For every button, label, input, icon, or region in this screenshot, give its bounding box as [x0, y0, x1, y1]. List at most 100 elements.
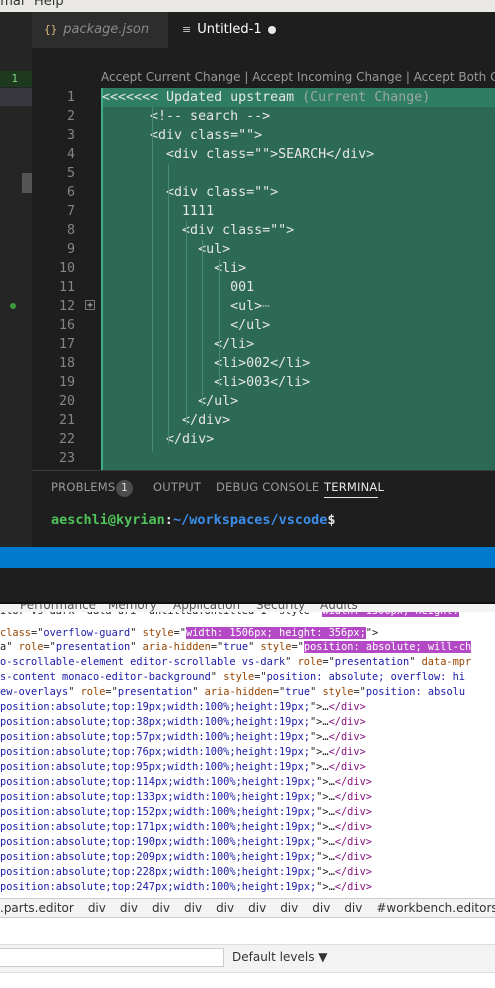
code-content: </li>	[102, 337, 255, 352]
dom-node-line[interactable]: s-content monaco-editor-background" styl…	[0, 670, 465, 685]
dom-node-line[interactable]: ew-overlays" role="presentation" aria-hi…	[0, 685, 465, 700]
breadcrumb-item[interactable]: div	[344, 901, 362, 915]
devtools-tab-security[interactable]: Security	[256, 604, 305, 612]
dom-node-line[interactable]: position:absolute;top:152px;width:100%;h…	[0, 805, 372, 820]
dom-token: </div>	[328, 716, 366, 728]
tab-output[interactable]: OUTPUT	[153, 480, 201, 494]
breadcrumb-item[interactable]: div	[184, 901, 202, 915]
code-line[interactable]: 17 </li>	[32, 335, 495, 354]
current-change-hint: (Current Change)	[294, 90, 431, 105]
code-line[interactable]: 16 </ul>	[32, 316, 495, 335]
code-line[interactable]: 20 </ul>	[32, 392, 495, 411]
code-line[interactable]: 23	[32, 449, 495, 468]
code-line[interactable]: 6 <div class="">	[32, 183, 495, 202]
dom-node-line[interactable]: position:absolute;top:209px;width:100%;h…	[0, 850, 372, 865]
code-content: <div class="">SEARCH</div>	[102, 147, 375, 162]
code-text: </div>	[102, 430, 214, 449]
tab-problems[interactable]: PROBLEMS	[51, 480, 115, 494]
sidebar-scrollbar[interactable]	[22, 173, 32, 193]
code-line[interactable]: 10 <li>	[32, 259, 495, 278]
terminal-prompt[interactable]: aeschli@kyrian:~/workspaces/vscode$	[51, 512, 336, 528]
breadcrumb-item[interactable]: div	[120, 901, 138, 915]
console-filter-input[interactable]	[0, 948, 224, 967]
console-prompt[interactable]	[0, 972, 495, 988]
elements-panel[interactable]: itor vs-dark" data-uri="untitled:Untitle…	[0, 612, 495, 898]
line-number: 2	[66, 109, 75, 124]
breadcrumb-item[interactable]: #workbench.editors.textR	[376, 901, 495, 915]
dom-node-line[interactable]: position:absolute;top:190px;width:100%;h…	[0, 835, 372, 850]
unsaved-dot-icon[interactable]	[268, 26, 276, 34]
log-levels-dropdown[interactable]: Default levels ▼	[232, 950, 328, 964]
devtools-tab-performance[interactable]: Performance	[20, 604, 96, 612]
tab-debug-console[interactable]: DEBUG CONSOLE	[216, 480, 319, 494]
breadcrumb-item[interactable]: div	[312, 901, 330, 915]
dom-node-line[interactable]: position:absolute;top:171px;width:100%;h…	[0, 820, 372, 835]
code-line[interactable]: 4 <div class="">SEARCH</div>	[32, 145, 495, 164]
breadcrumb-item[interactable]: div	[88, 901, 106, 915]
devtools-tab-memory[interactable]: Memory	[108, 604, 157, 612]
breadcrumb-item[interactable]: .parts.editor	[0, 901, 74, 915]
dom-token: position:absolute;top:57px;width:100%;he…	[0, 731, 310, 743]
dom-node-line[interactable]: position:absolute;top:76px;width:100%;he…	[0, 745, 366, 760]
code-text: <div class="">	[102, 126, 262, 145]
dom-node-line[interactable]: position:absolute;top:95px;width:100%;he…	[0, 760, 366, 775]
code-line[interactable]: 3 <div class="">	[32, 126, 495, 145]
breadcrumb-item[interactable]: div	[248, 901, 266, 915]
indent-guide	[168, 164, 169, 444]
menu-item-help[interactable]: Help	[34, 0, 64, 9]
dom-node-line[interactable]: position:absolute;top:19px;width:100%;he…	[0, 700, 366, 715]
code-line[interactable]: 12 <ul>⋯	[32, 297, 495, 316]
dom-node-line[interactable]: position:absolute;top:247px;width:100%;h…	[0, 880, 372, 895]
code-line[interactable]: 7 1111	[32, 202, 495, 221]
indent-guide	[219, 259, 220, 387]
dom-node-line[interactable]: position:absolute;top:133px;width:100%;h…	[0, 790, 372, 805]
sidebar-selected-row[interactable]	[0, 88, 32, 106]
dom-breadcrumb: .parts.editor div div div div div div div div div…	[0, 898, 495, 918]
dom-token: style	[223, 671, 255, 683]
tab-package-json[interactable]: {} package.json	[32, 12, 168, 48]
dom-token: position: absolu	[365, 686, 466, 698]
dom-token: "	[310, 686, 323, 698]
breadcrumb-item[interactable]: div	[216, 901, 234, 915]
dom-node-line[interactable]: o-scrollable-element editor-scrollable v…	[0, 655, 471, 670]
code-content: </ul>	[102, 394, 239, 409]
dom-token: presentation	[334, 656, 410, 668]
line-number: 12	[58, 299, 75, 314]
code-content: <li>003</li>	[102, 375, 311, 390]
tab-terminal[interactable]: TERMINAL	[324, 480, 384, 494]
code-line[interactable]: 11 001	[32, 278, 495, 297]
dom-node-line[interactable]: itor vs-dark" data-uri="untitled:Untitle…	[0, 612, 459, 619]
dom-token: itor vs-dark" data-uri="untitled:Untitle…	[0, 612, 322, 617]
tab-untitled-1[interactable]: ≡ Untitled-1	[168, 12, 495, 48]
merge-codelens[interactable]: Accept Current Change | Accept Incoming …	[101, 70, 495, 84]
breadcrumb-item[interactable]: div	[152, 901, 170, 915]
devtools-tab-application[interactable]: Application	[173, 604, 240, 612]
code-line[interactable]: 19 <li>003</li>	[32, 373, 495, 392]
code-line[interactable]: 9 <ul>	[32, 240, 495, 259]
line-number: 22	[58, 432, 75, 447]
code-text: <li>002</li>	[102, 354, 310, 373]
dom-node-line[interactable]: position:absolute;top:228px;width:100%;h…	[0, 865, 372, 880]
code-line[interactable]: 5	[32, 164, 495, 183]
code-text: <<<<<<< Updated upstream (Current Change…	[102, 88, 430, 107]
dom-token: position:absolute;top:114px;width:100%;h…	[0, 776, 317, 788]
code-line[interactable]: 21 </div>	[32, 411, 495, 430]
dom-node-line[interactable]: a" role="presentation" aria-hidden="true…	[0, 640, 472, 655]
folded-ellipsis-icon[interactable]: ⋯	[262, 299, 270, 314]
code-line[interactable]: 18 <li>002</li>	[32, 354, 495, 373]
code-line[interactable]: 2 <!-- search -->	[32, 107, 495, 126]
dom-token: ew-overlays	[0, 686, 69, 698]
dom-token: a"	[0, 641, 19, 653]
code-text: </ul>	[102, 392, 238, 411]
dom-token: ">	[316, 791, 329, 803]
breadcrumb-item[interactable]: div	[280, 901, 298, 915]
code-line[interactable]: 8 <div class="">	[32, 221, 495, 240]
menu-item[interactable]: nmal	[0, 0, 24, 9]
dom-node-line[interactable]: class="overflow-guard" style="width: 150…	[0, 626, 378, 641]
dom-node-line[interactable]: position:absolute;top:57px;width:100%;he…	[0, 730, 366, 745]
dom-node-line[interactable]: position:absolute;top:38px;width:100%;he…	[0, 715, 366, 730]
devtools-tab-audits[interactable]: Audits	[320, 604, 358, 612]
code-line[interactable]: 22 </div>	[32, 430, 495, 449]
dom-node-line[interactable]: position:absolute;top:114px;width:100%;h…	[0, 775, 372, 790]
code-line[interactable]: 1 <<<<<<< Updated upstream (Current Chang…	[32, 88, 495, 107]
